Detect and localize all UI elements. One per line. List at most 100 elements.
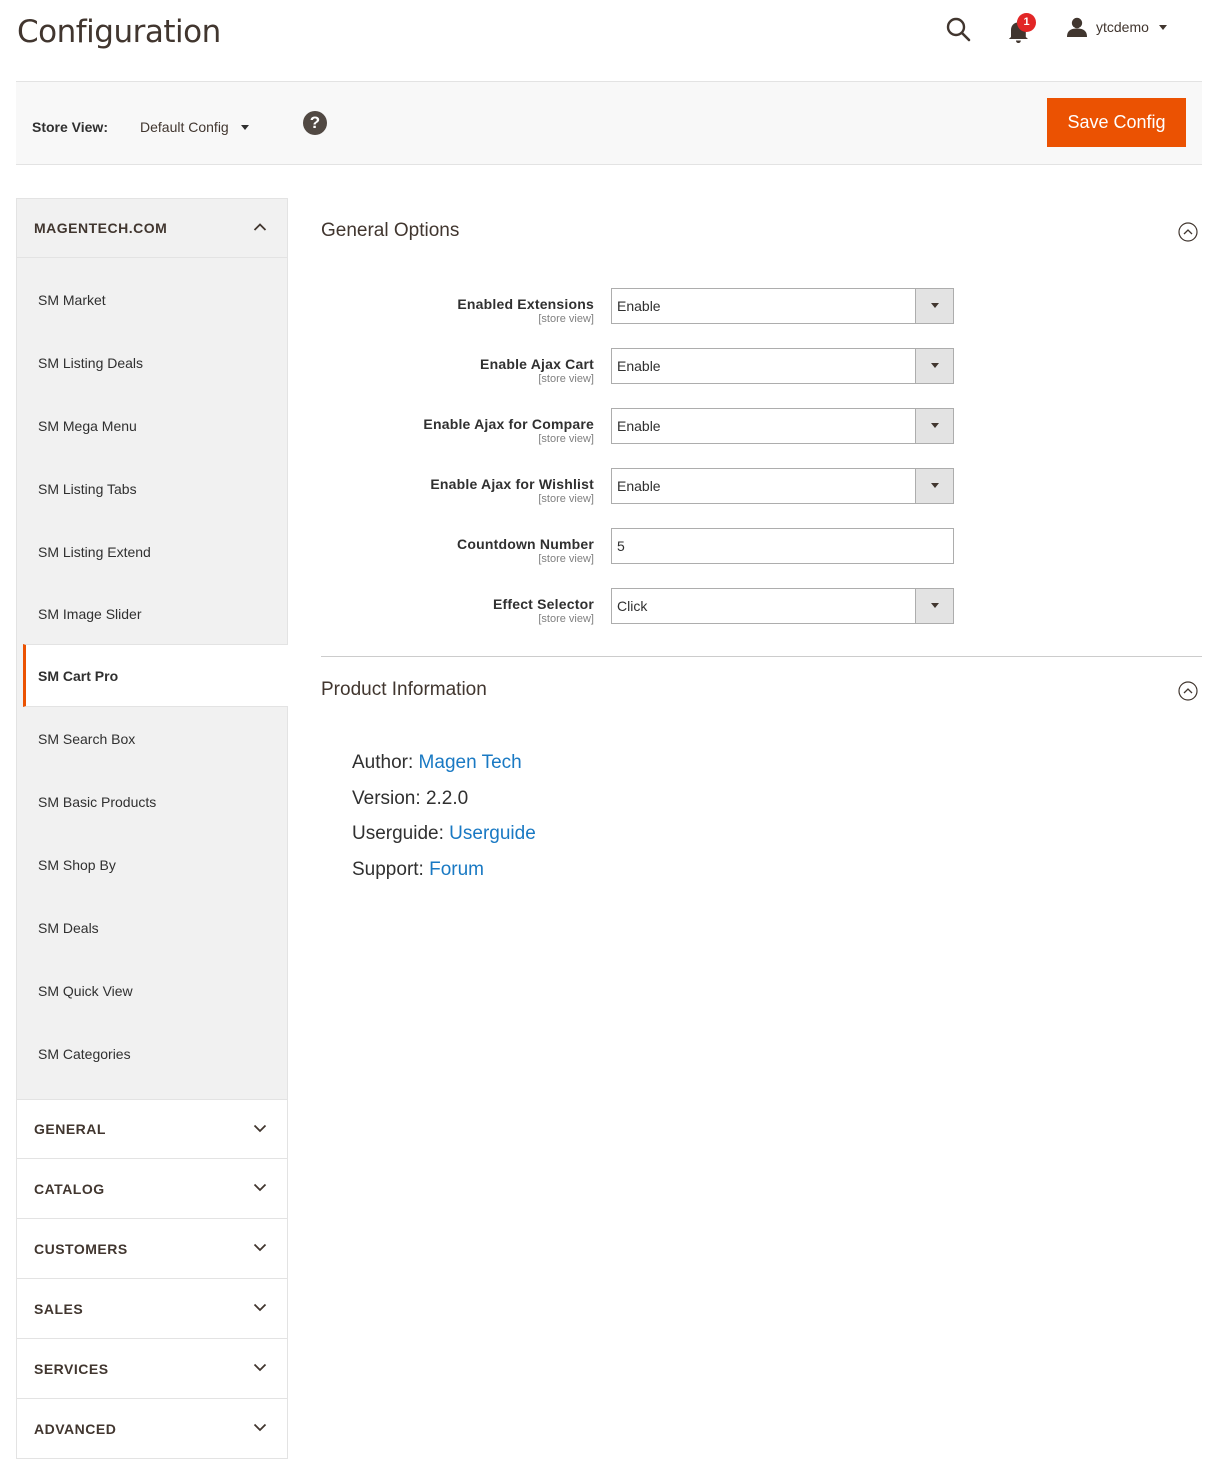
field-label: Effect Selector [store view]: [493, 596, 594, 625]
field-label-text: Countdown Number: [457, 536, 594, 552]
tab-services[interactable]: SERVICES: [16, 1339, 288, 1399]
field-label-text: Enable Ajax for Compare: [423, 416, 594, 432]
chevron-down-icon: [253, 1303, 267, 1312]
chevron-down-icon: [240, 124, 249, 130]
sidebar-item-sm-image-slider[interactable]: SM Image Slider: [17, 583, 287, 644]
field-label: Countdown Number [store view]: [457, 536, 594, 565]
effect-selector-select[interactable]: Click: [611, 588, 954, 624]
field-scope: [store view]: [538, 433, 594, 445]
help-icon[interactable]: ?: [303, 111, 327, 135]
version-label: Version:: [352, 787, 421, 809]
select-value: Enable: [617, 418, 661, 434]
user-name: ytcdemo: [1096, 19, 1149, 35]
author-label: Author:: [352, 752, 414, 773]
sidebar-item-sm-deals[interactable]: SM Deals: [17, 896, 287, 959]
tab-items-list: SM Market SM Listing Deals SM Mega Menu …: [16, 258, 288, 1085]
sidebar-item-sm-market[interactable]: SM Market: [17, 268, 287, 331]
tab-title: MAGENTECH.COM: [34, 220, 168, 236]
page-title: Configuration: [17, 14, 221, 50]
notifications-badge: 1: [1017, 13, 1036, 32]
author-link[interactable]: Magen Tech: [419, 752, 522, 773]
chevron-down-icon: [253, 1423, 267, 1432]
field-label: Enable Ajax for Wishlist [store view]: [430, 476, 594, 505]
field-scope: [store view]: [538, 613, 594, 625]
sidebar-item-sm-search-box[interactable]: SM Search Box: [17, 707, 287, 770]
store-view-bar: Store View: Default Config ? Save Config: [16, 81, 1202, 165]
search-icon[interactable]: [945, 16, 973, 44]
chevron-down-icon: [253, 1243, 267, 1252]
chevron-down-icon: [915, 589, 953, 623]
general-options-fields: Enabled Extensions [store view] Enable E…: [321, 264, 1202, 648]
collapse-icon[interactable]: [1178, 681, 1198, 701]
chevron-down-icon: [915, 289, 953, 323]
field-label: Enable Ajax Cart [store view]: [480, 356, 594, 385]
bell-icon[interactable]: 1: [1007, 13, 1036, 44]
chevron-down-icon: [253, 1363, 267, 1372]
version-value: 2.2.0: [425, 787, 469, 809]
sidebar-item-sm-shop-by[interactable]: SM Shop By: [17, 833, 287, 896]
input-value: 5: [617, 538, 625, 554]
field-scope: [store view]: [538, 313, 594, 325]
save-config-button[interactable]: Save Config: [1047, 98, 1186, 147]
store-view-value: Default Config: [140, 119, 229, 135]
tab-catalog[interactable]: CATALOG: [16, 1159, 288, 1219]
userguide-label: Userguide:: [352, 823, 444, 844]
tab-items-spacer: [16, 1085, 288, 1099]
chevron-down-icon: [915, 469, 953, 503]
sidebar-item-sm-quick-view[interactable]: SM Quick View: [17, 959, 287, 1022]
user-icon: [1067, 17, 1087, 37]
tab-title: GENERAL: [34, 1121, 106, 1137]
userguide-line: Userguide: Userguide: [352, 816, 1202, 852]
support-link[interactable]: Forum: [429, 859, 484, 880]
author-line: Author: Magen Tech: [352, 745, 1202, 781]
sidebar-item-sm-listing-tabs[interactable]: SM Listing Tabs: [17, 457, 287, 520]
field-row: Effect Selector [store view] Click: [321, 588, 1202, 648]
section-title: General Options: [321, 220, 460, 241]
userguide-link[interactable]: Userguide: [449, 823, 536, 844]
enable-ajax-wishlist-select[interactable]: Enable: [611, 468, 954, 504]
support-line: Support: Forum: [352, 852, 1202, 888]
field-label-text: Enable Ajax for Wishlist: [430, 476, 594, 492]
chevron-down-icon: [1158, 24, 1167, 30]
tab-customers[interactable]: CUSTOMERS: [16, 1219, 288, 1279]
field-scope: [store view]: [538, 553, 594, 565]
select-value: Click: [617, 598, 648, 614]
collapse-icon[interactable]: [1178, 222, 1198, 242]
tab-general[interactable]: GENERAL: [16, 1099, 288, 1159]
sidebar-item-sm-listing-extend[interactable]: SM Listing Extend: [17, 520, 287, 583]
tab-title: ADVANCED: [34, 1420, 117, 1437]
field-row: Enable Ajax for Compare [store view] Ena…: [321, 408, 1202, 468]
sidebar-item-sm-cart-pro[interactable]: SM Cart Pro: [23, 644, 288, 707]
field-row: Enabled Extensions [store view] Enable: [321, 288, 1202, 348]
sidebar-item-sm-categories[interactable]: SM Categories: [17, 1022, 287, 1085]
sidebar-item-sm-listing-deals[interactable]: SM Listing Deals: [17, 331, 287, 394]
product-info-block: Author: Magen Tech Version: 2.2.0 Usergu…: [321, 723, 1202, 887]
store-view-label: Store View:: [32, 119, 108, 135]
chevron-down-icon: [915, 349, 953, 383]
field-label-text: Enabled Extensions: [457, 296, 594, 312]
field-scope: [store view]: [538, 493, 594, 505]
enable-ajax-cart-select[interactable]: Enable: [611, 348, 954, 384]
field-label: Enable Ajax for Compare [store view]: [423, 416, 594, 445]
chevron-down-icon: [253, 1183, 267, 1192]
enabled-extensions-select[interactable]: Enable: [611, 288, 954, 324]
tab-magentech[interactable]: MAGENTECH.COM: [16, 198, 288, 258]
user-menu[interactable]: ytcdemo: [1066, 17, 1167, 37]
tab-sales[interactable]: SALES: [16, 1279, 288, 1339]
config-sidebar: MAGENTECH.COM SM Market SM Listing Deals…: [16, 198, 288, 1459]
section-product-information[interactable]: Product Information: [321, 657, 1202, 723]
field-row: Enable Ajax for Wishlist [store view] En…: [321, 468, 1202, 528]
sidebar-item-sm-mega-menu[interactable]: SM Mega Menu: [17, 394, 287, 457]
config-main: General Options Enabled Extensions [stor…: [321, 198, 1202, 887]
enable-ajax-compare-select[interactable]: Enable: [611, 408, 954, 444]
tab-title: CUSTOMERS: [34, 1240, 128, 1257]
tab-title: SERVICES: [34, 1360, 109, 1377]
select-value: Enable: [617, 298, 661, 314]
tab-title: SALES: [34, 1300, 84, 1317]
countdown-number-input[interactable]: 5: [611, 528, 954, 564]
section-general-options[interactable]: General Options: [321, 198, 1202, 264]
tab-advanced[interactable]: ADVANCED: [16, 1399, 288, 1459]
store-view-switcher[interactable]: Default Config: [140, 119, 249, 135]
field-row: Enable Ajax Cart [store view] Enable: [321, 348, 1202, 408]
sidebar-item-sm-basic-products[interactable]: SM Basic Products: [17, 770, 287, 833]
